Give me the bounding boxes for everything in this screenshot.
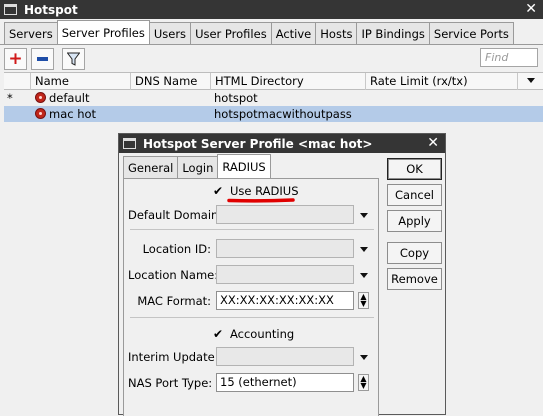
tab-user-profiles[interactable]: User Profiles xyxy=(190,22,272,44)
dialog-close-icon[interactable]: ✕ xyxy=(427,134,439,153)
dialog-titlebar: Hotspot Server Profile <mac hot> ✕ xyxy=(119,134,445,153)
add-button[interactable]: + xyxy=(4,48,27,70)
interim-update-dropdown-icon[interactable] xyxy=(360,355,368,360)
row-html-directory: hotspot xyxy=(214,91,258,105)
profiles-table: Name DNS Name HTML Directory Rate Limit … xyxy=(4,72,543,122)
tab-general[interactable]: General xyxy=(123,156,179,178)
mac-format-spinner[interactable]: ▲ ▼ xyxy=(358,292,369,309)
col-dns-name[interactable]: DNS Name xyxy=(131,73,211,90)
cancel-button[interactable]: Cancel xyxy=(387,184,442,206)
use-radius-label: Use RADIUS xyxy=(230,184,299,198)
col-marker xyxy=(4,73,31,90)
row-html-directory: hotspotmacwithoutpass xyxy=(214,107,352,121)
toolbar: + xyxy=(4,48,89,70)
tab-servers[interactable]: Servers xyxy=(4,22,58,44)
location-name-dropdown-icon[interactable] xyxy=(360,273,368,278)
location-name-field[interactable] xyxy=(216,265,354,284)
accounting-label: Accounting xyxy=(230,327,295,341)
tab-users[interactable]: Users xyxy=(148,22,192,44)
tab-radius[interactable]: RADIUS xyxy=(217,154,271,178)
use-radius-checkbox[interactable]: ✔ xyxy=(213,185,225,197)
spin-down-icon: ▼ xyxy=(360,299,367,308)
nas-port-type-field[interactable]: 15 (ethernet) xyxy=(216,373,354,392)
section-divider xyxy=(130,229,374,230)
plus-icon: + xyxy=(8,48,23,69)
table-row-selected[interactable]: mac hot hotspotmacwithoutpass xyxy=(4,106,543,122)
interim-update-label: Interim Update: xyxy=(128,350,219,364)
nas-port-type-label: NAS Port Type: xyxy=(128,376,213,390)
table-header: Name DNS Name HTML Directory Rate Limit … xyxy=(4,72,543,90)
row-name: mac hot xyxy=(49,107,97,121)
dialog-tab-bar: General Login RADIUS xyxy=(123,154,271,178)
nas-port-type-spinner[interactable]: ▲ ▼ xyxy=(358,374,369,391)
tab-login[interactable]: Login xyxy=(177,156,219,178)
default-domain-label: Default Domain: xyxy=(128,208,223,222)
mac-format-label: MAC Format: xyxy=(137,294,211,308)
window-icon xyxy=(4,4,17,15)
dialog-window-icon xyxy=(123,138,136,149)
col-html-directory[interactable]: HTML Directory xyxy=(211,73,366,90)
tab-hosts[interactable]: Hosts xyxy=(315,22,358,44)
filter-icon xyxy=(67,52,80,66)
tab-service-ports[interactable]: Service Ports xyxy=(428,22,514,44)
col-name[interactable]: Name xyxy=(31,73,131,90)
profile-icon xyxy=(35,92,46,103)
row-name: default xyxy=(49,91,90,105)
tab-divider xyxy=(0,44,543,45)
accounting-checkbox[interactable]: ✔ xyxy=(213,328,225,340)
highlight-underline xyxy=(227,198,295,203)
default-domain-dropdown-icon[interactable] xyxy=(360,213,368,218)
tab-active[interactable]: Active xyxy=(270,22,317,44)
tab-ip-bindings[interactable]: IP Bindings xyxy=(356,22,430,44)
copy-button[interactable]: Copy xyxy=(387,242,442,264)
remove-button[interactable]: Remove xyxy=(387,268,442,290)
default-domain-field[interactable] xyxy=(216,205,354,224)
find-input[interactable]: Find xyxy=(480,48,538,67)
tab-bar: Servers Server Profiles Users User Profi… xyxy=(4,20,514,44)
location-id-label: Location ID: xyxy=(142,242,211,256)
col-rate-limit[interactable]: Rate Limit (rx/tx) xyxy=(366,73,518,90)
location-id-field[interactable] xyxy=(216,239,354,258)
mac-format-field[interactable]: XX:XX:XX:XX:XX:XX xyxy=(216,291,354,310)
minus-icon xyxy=(37,57,48,61)
tab-server-profiles[interactable]: Server Profiles xyxy=(56,20,150,44)
dialog-title: Hotspot Server Profile <mac hot> xyxy=(143,136,373,151)
profile-dialog: Hotspot Server Profile <mac hot> ✕ Gener… xyxy=(118,133,446,416)
apply-button[interactable]: Apply xyxy=(387,210,442,232)
close-icon[interactable]: ✕ xyxy=(525,0,537,19)
ok-button[interactable]: OK xyxy=(387,158,442,180)
interim-update-field[interactable] xyxy=(216,347,354,366)
section-divider xyxy=(130,317,374,318)
filter-button[interactable] xyxy=(62,48,85,70)
remove-button[interactable] xyxy=(31,48,54,70)
location-name-label: Location Name: xyxy=(128,268,219,282)
column-menu-icon[interactable] xyxy=(527,78,535,83)
window-title: Hotspot xyxy=(24,2,78,17)
radius-panel: ✔ Use RADIUS Default Domain: Location ID… xyxy=(123,178,379,416)
table-row[interactable]: * default hotspot xyxy=(4,90,543,106)
profile-icon xyxy=(35,108,46,119)
window-titlebar: Hotspot ✕ xyxy=(0,0,543,19)
default-marker: * xyxy=(7,91,13,105)
spin-down-icon: ▼ xyxy=(360,381,367,390)
location-id-dropdown-icon[interactable] xyxy=(360,247,368,252)
